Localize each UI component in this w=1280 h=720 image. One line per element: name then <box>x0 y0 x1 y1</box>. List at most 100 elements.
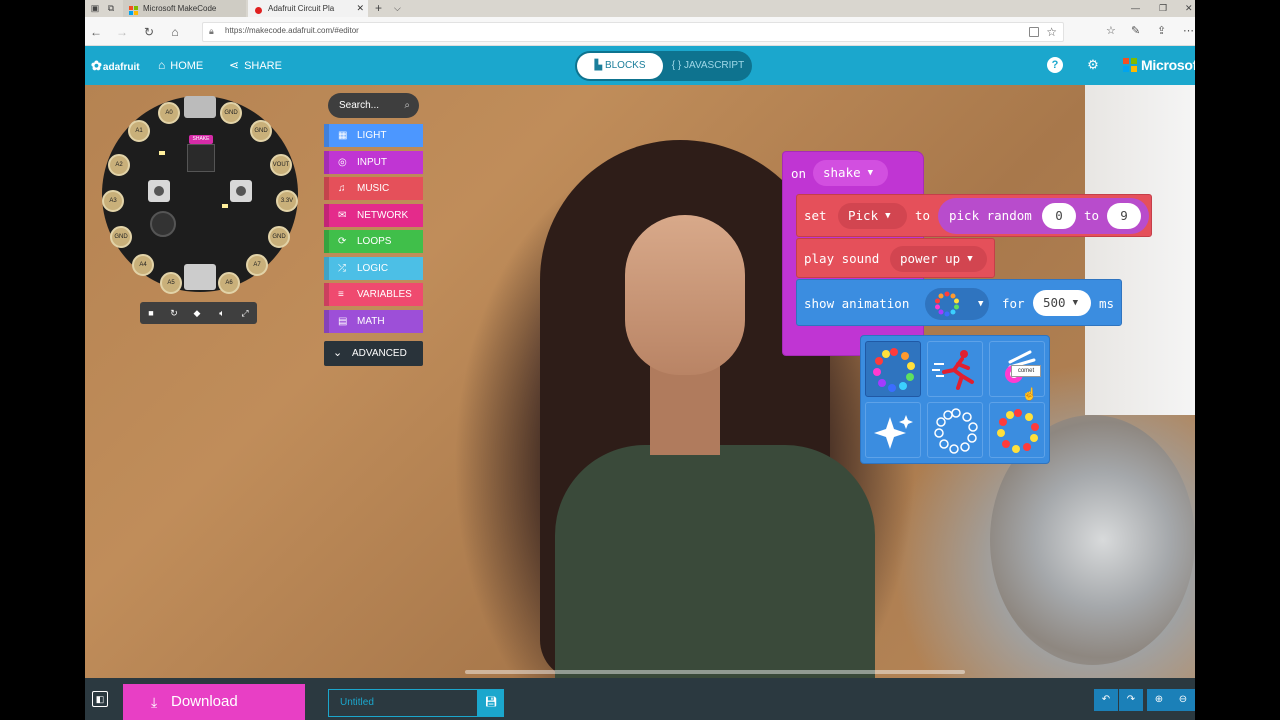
microsoft-logo-icon[interactable] <box>1123 58 1137 72</box>
adafruit-logo[interactable]: ✿adafruit <box>91 58 140 74</box>
pad[interactable]: GND <box>220 102 242 124</box>
category-variables[interactable]: ≡ VARIABLES <box>324 283 423 306</box>
project-name-placeholder: Untitled <box>340 697 374 708</box>
random-max-input[interactable]: 9 <box>1107 203 1141 229</box>
redo-icon[interactable]: ↷ <box>1119 689 1143 711</box>
browser-window: ▣ ⧉ Microsoft MakeCode Adafruit Circuit … <box>85 0 1195 720</box>
pad[interactable]: GND <box>110 226 132 248</box>
tab-microsoft-makecode[interactable]: Microsoft MakeCode <box>123 0 246 17</box>
home-button[interactable]: ⌂ HOME <box>158 58 203 72</box>
minimize-icon[interactable]: — <box>1131 0 1140 17</box>
refresh-icon[interactable]: ↻ <box>141 24 157 40</box>
reading-view-icon[interactable] <box>1029 27 1039 37</box>
dropdown-arrow-icon: ▼ <box>885 211 891 221</box>
set-variable-block[interactable]: set Pick ▼ to pick random 0 to 9 <box>796 194 1152 237</box>
share-page-icon[interactable]: ⇪ <box>1157 24 1166 37</box>
close-tab-icon[interactable]: ✕ <box>356 0 364 17</box>
tab-adafruit-circuit-playground[interactable]: Adafruit Circuit Pla ✕ <box>248 0 368 17</box>
microsoft-label[interactable]: Microsoft <box>1141 57 1195 73</box>
category-light[interactable]: ▦ LIGHT <box>324 124 423 147</box>
help-icon[interactable]: ? <box>1047 57 1063 73</box>
pad[interactable]: A3 <box>102 190 124 212</box>
play-sound-block[interactable]: play sound power up ▼ <box>796 238 995 278</box>
url-field[interactable]: 🔒︎ https://makecode.adafruit.com/#editor… <box>202 22 1064 42</box>
blocks-workspace[interactable]: SHAKE A1 A2 A3 GND A4 A5 A6 A7 GND 3.3V … <box>85 85 1195 678</box>
category-label: MATH <box>357 316 385 327</box>
pad[interactable]: A5 <box>160 272 182 294</box>
category-input[interactable]: ◎ INPUT <box>324 151 423 174</box>
category-label: VARIABLES <box>357 289 412 300</box>
sound-dropdown[interactable]: power up ▼ <box>890 246 987 272</box>
favorite-star-icon[interactable]: ☆ <box>1046 25 1057 39</box>
speaker <box>150 211 176 237</box>
toolbox-search-input[interactable]: Search... ⌕ <box>328 93 419 118</box>
sparkle-animation-option[interactable] <box>865 402 921 458</box>
category-loops[interactable]: ⟳ LOOPS <box>324 230 423 253</box>
collapse-simulator-icon[interactable]: ◧ <box>92 691 108 707</box>
random-min-input[interactable]: 0 <box>1042 203 1076 229</box>
pad[interactable]: A7 <box>246 254 268 276</box>
tab-actions-icon[interactable]: ▣ <box>89 2 101 14</box>
zoom-out-icon[interactable]: ⊖ <box>1171 689 1195 711</box>
close-window-icon[interactable]: ✕ <box>1185 0 1193 17</box>
pad[interactable]: A4 <box>132 254 154 276</box>
category-label: MUSIC <box>357 183 390 194</box>
category-logic[interactable]: ⤮ LOGIC <box>324 257 423 280</box>
to-label: to <box>915 208 931 223</box>
pad[interactable]: GND <box>268 226 290 248</box>
rainbow-animation-option[interactable] <box>865 341 921 397</box>
webcam-person-face <box>625 215 745 375</box>
pick-random-block[interactable]: pick random 0 to 9 <box>938 198 1149 234</box>
javascript-tab[interactable]: { } JAVASCRIPT <box>667 53 749 79</box>
variable-dropdown[interactable]: Pick ▼ <box>838 203 907 229</box>
fullscreen-icon[interactable]: ⤢ <box>238 306 252 320</box>
share-button[interactable]: ⋖ SHARE <box>229 58 282 72</box>
button-a[interactable] <box>148 180 170 202</box>
horizontal-scrollbar[interactable] <box>465 670 965 674</box>
mute-icon[interactable]: 🔈︎ <box>215 306 229 320</box>
more-icon[interactable]: ⋯ <box>1183 24 1194 37</box>
animation-dropdown[interactable]: ▼ <box>925 288 989 320</box>
download-button[interactable]: ⤓ Download <box>123 684 305 720</box>
project-name-input[interactable]: Untitled <box>328 689 478 717</box>
home-icon[interactable]: ⌂ <box>167 24 183 40</box>
circuit-playground-simulator[interactable]: SHAKE A1 A2 A3 GND A4 A5 A6 A7 GND 3.3V … <box>102 96 298 294</box>
category-network[interactable]: ✉ NETWORK <box>324 204 423 227</box>
restore-icon[interactable]: ❐ <box>1159 0 1167 17</box>
pen-icon[interactable]: ✎ <box>1131 24 1140 37</box>
tab-preview-icon[interactable]: ⧉ <box>105 2 117 14</box>
pad[interactable]: A0 <box>158 102 180 124</box>
zoom-in-icon[interactable]: ⊕ <box>1147 689 1171 711</box>
theater-chase-animation-option[interactable] <box>927 402 983 458</box>
recording-dot-icon <box>254 4 263 14</box>
pad[interactable]: A6 <box>218 272 240 294</box>
category-advanced[interactable]: ⌄ ADVANCED <box>324 341 423 366</box>
usb-port <box>184 96 216 118</box>
show-animation-block[interactable]: show animation ▼ for 500 ▼ ms <box>796 279 1122 326</box>
pad[interactable]: GND <box>250 120 272 142</box>
chevron-down-icon[interactable]: ⌵ <box>394 0 401 17</box>
running-animation-option[interactable] <box>927 341 983 397</box>
color-wipe-animation-option[interactable] <box>989 402 1045 458</box>
pad[interactable]: VOUT <box>270 154 292 176</box>
favorites-hub-icon[interactable]: ☆ <box>1106 24 1116 37</box>
category-math[interactable]: ▤ MATH <box>324 310 423 333</box>
pad[interactable]: A2 <box>108 154 130 176</box>
undo-icon[interactable]: ↶ <box>1094 689 1118 711</box>
pad[interactable]: 3.3V <box>276 190 298 212</box>
gesture-dropdown[interactable]: shake ▼ <box>813 160 888 186</box>
stop-icon[interactable]: ■ <box>144 306 158 320</box>
duration-dropdown[interactable]: 500 ▼ <box>1033 290 1091 316</box>
blocks-tab[interactable]: ▙ BLOCKS <box>577 53 663 79</box>
settings-gear-icon[interactable]: ⚙ <box>1085 57 1101 73</box>
category-music[interactable]: ♫ MUSIC <box>324 177 423 200</box>
button-b[interactable] <box>230 180 252 202</box>
lock-icon: 🔒︎ <box>209 26 214 36</box>
new-tab-button[interactable]: + <box>375 0 382 17</box>
save-icon[interactable]: 💾︎ <box>478 689 504 717</box>
slow-mo-icon[interactable]: ◆ <box>190 306 204 320</box>
forward-arrow-icon[interactable]: → <box>114 24 130 40</box>
pad[interactable]: A1 <box>128 120 150 142</box>
restart-icon[interactable]: ↻ <box>167 306 181 320</box>
back-arrow-icon[interactable]: ← <box>88 24 104 40</box>
